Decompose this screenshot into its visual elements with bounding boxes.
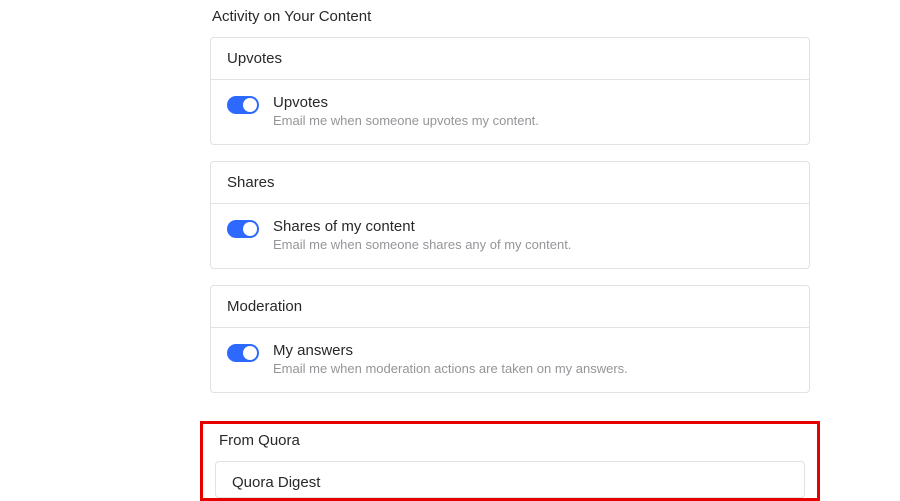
shares-toggle[interactable] [227, 220, 259, 238]
upvotes-card: Upvotes Upvotes Email me when someone up… [210, 37, 810, 145]
from-quora-highlight: From Quora Quora Digest [200, 421, 820, 501]
upvotes-card-header: Upvotes [211, 38, 809, 80]
upvotes-card-body: Upvotes Email me when someone upvotes my… [211, 80, 809, 144]
moderation-item-label: My answers [273, 342, 628, 359]
moderation-card-body: My answers Email me when moderation acti… [211, 328, 809, 392]
shares-card-header: Shares [211, 162, 809, 204]
toggle-knob-icon [243, 346, 257, 360]
shares-item-label: Shares of my content [273, 218, 571, 235]
upvotes-item-desc: Email me when someone upvotes my content… [273, 113, 539, 128]
quora-digest-card: Quora Digest [215, 461, 805, 498]
moderation-item-desc: Email me when moderation actions are tak… [273, 361, 628, 376]
activity-section: Activity on Your Content Upvotes Upvotes… [210, 8, 810, 393]
toggle-knob-icon [243, 222, 257, 236]
activity-section-title: Activity on Your Content [210, 8, 810, 25]
toggle-knob-icon [243, 98, 257, 112]
moderation-card-header: Moderation [211, 286, 809, 328]
moderation-item-text: My answers Email me when moderation acti… [273, 342, 628, 376]
shares-card-body: Shares of my content Email me when someo… [211, 204, 809, 268]
moderation-card: Moderation My answers Email me when mode… [210, 285, 810, 393]
moderation-toggle[interactable] [227, 344, 259, 362]
shares-card: Shares Shares of my content Email me whe… [210, 161, 810, 269]
quora-digest-card-header: Quora Digest [216, 462, 804, 497]
shares-item-desc: Email me when someone shares any of my c… [273, 237, 571, 252]
upvotes-toggle[interactable] [227, 96, 259, 114]
upvotes-item-label: Upvotes [273, 94, 539, 111]
upvotes-item-text: Upvotes Email me when someone upvotes my… [273, 94, 539, 128]
shares-item-text: Shares of my content Email me when someo… [273, 218, 571, 252]
from-quora-section-title: From Quora [217, 432, 805, 449]
